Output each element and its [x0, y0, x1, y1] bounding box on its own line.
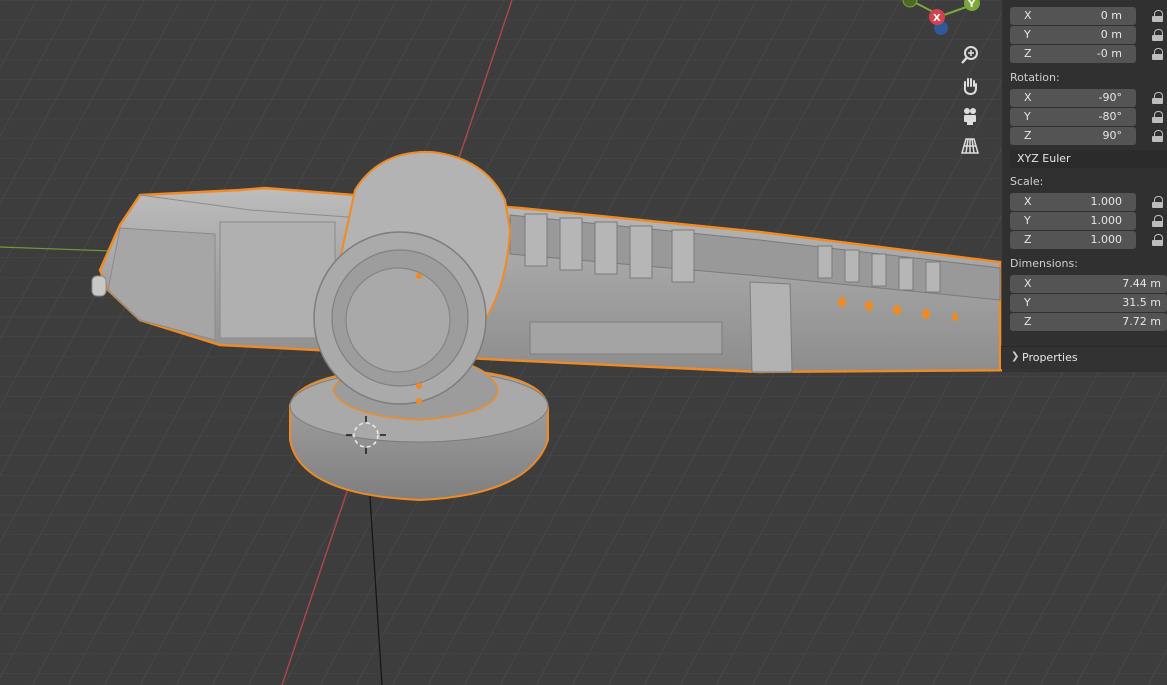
field-value: 1.000 — [1090, 214, 1123, 227]
chevron-right-icon: ❯ — [1011, 351, 1020, 362]
pan-button[interactable] — [957, 73, 983, 99]
location-y-field[interactable]: Y 0 m — [1010, 26, 1136, 44]
field-axis-label: X — [1024, 91, 1032, 104]
camera-view-button[interactable] — [957, 103, 983, 129]
field-value: 1.000 — [1090, 233, 1123, 246]
camera-icon — [964, 108, 976, 125]
hand-pan-icon — [963, 78, 977, 96]
scale-y-field[interactable]: Y 1.000 — [1010, 212, 1136, 230]
field-axis-label: Z — [1024, 233, 1032, 246]
field-value: -80° — [1098, 110, 1122, 123]
location-x-field[interactable]: X 0 m — [1010, 7, 1136, 25]
field-axis-label: Y — [1024, 110, 1031, 123]
perspective-grid-icon — [961, 138, 979, 154]
field-axis-label: X — [1024, 277, 1032, 290]
rotation-label: Rotation: — [1010, 71, 1060, 84]
field-value: -90° — [1098, 91, 1122, 104]
rotation-y-field[interactable]: Y -80° — [1010, 108, 1136, 126]
lock-icon[interactable] — [1152, 215, 1164, 227]
lock-icon[interactable] — [1152, 196, 1164, 208]
lock-icon[interactable] — [1152, 92, 1164, 104]
scale-x-field[interactable]: X 1.000 — [1010, 193, 1136, 211]
lock-icon[interactable] — [1152, 29, 1164, 41]
location-z-field[interactable]: Z -0 m — [1010, 45, 1136, 63]
lock-icon[interactable] — [1152, 10, 1164, 22]
field-axis-label: Z — [1024, 129, 1032, 142]
field-value: 90° — [1102, 129, 1123, 142]
lock-icon[interactable] — [1152, 234, 1164, 246]
field-axis-label: Z — [1024, 47, 1032, 60]
dimensions-y-field[interactable]: Y 31.5 m — [1010, 294, 1167, 312]
field-value: 7.44 m — [1122, 277, 1161, 290]
lock-icon[interactable] — [1152, 48, 1164, 60]
dimensions-z-field[interactable]: Z 7.72 m — [1010, 313, 1167, 331]
dimensions-label: Dimensions: — [1010, 257, 1078, 270]
transform-sidebar-panel: X 0 m Y 0 m Z -0 m Rotation: X -90° Y -80° Z 9… — [1002, 0, 1167, 372]
rotation-z-field[interactable]: Z 90° — [1010, 127, 1136, 145]
rotation-mode-value: XYZ Euler — [1017, 152, 1071, 165]
dimensions-x-field[interactable]: X 7.44 m — [1010, 275, 1167, 293]
3d-viewport[interactable]: X Y — [0, 0, 1167, 685]
field-axis-label: Y — [1024, 214, 1031, 227]
field-axis-label: Y — [1024, 28, 1031, 41]
rotation-x-field[interactable]: X -90° — [1010, 89, 1136, 107]
gizmo-y-label: Y — [967, 0, 976, 10]
perspective-toggle-button[interactable] — [957, 133, 983, 159]
field-value: 31.5 m — [1122, 296, 1161, 309]
lock-icon[interactable] — [1152, 130, 1164, 142]
zoom-button[interactable] — [957, 42, 983, 68]
scale-z-field[interactable]: Z 1.000 — [1010, 231, 1136, 249]
scale-label: Scale: — [1010, 175, 1044, 188]
rotation-mode-dropdown[interactable]: XYZ Euler — [1010, 150, 1167, 168]
field-value: -0 m — [1096, 47, 1122, 60]
gizmo-x-label: X — [933, 13, 941, 24]
properties-label: Properties — [1022, 351, 1078, 364]
properties-panel-header[interactable]: ❯ Properties — [1001, 346, 1167, 369]
field-axis-label: Z — [1024, 315, 1032, 328]
lock-icon[interactable] — [1152, 111, 1164, 123]
field-axis-label: Y — [1024, 296, 1031, 309]
field-value: 0 m — [1100, 9, 1122, 22]
field-axis-label: X — [1024, 195, 1032, 208]
field-value: 0 m — [1100, 28, 1122, 41]
field-value: 7.72 m — [1122, 315, 1161, 328]
field-axis-label: X — [1024, 9, 1032, 22]
zoom-icon — [961, 46, 978, 64]
field-value: 1.000 — [1090, 195, 1123, 208]
